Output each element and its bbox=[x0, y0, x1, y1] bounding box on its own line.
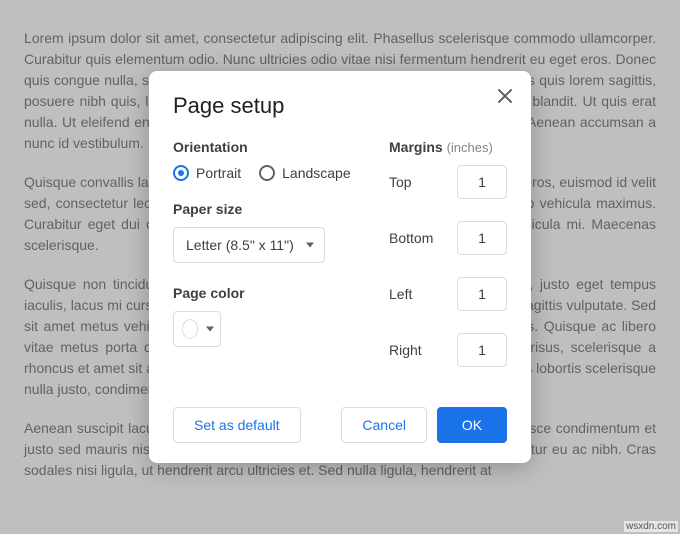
margin-top-label: Top bbox=[389, 174, 412, 190]
paper-size-select[interactable]: Letter (8.5" x 11") bbox=[173, 227, 325, 263]
margins-label-text: Margins bbox=[389, 139, 443, 155]
margin-bottom-input[interactable] bbox=[457, 221, 507, 255]
margin-left-input[interactable] bbox=[457, 277, 507, 311]
orientation-label: Orientation bbox=[173, 139, 367, 155]
set-as-default-button[interactable]: Set as default bbox=[173, 407, 301, 443]
radio-label: Portrait bbox=[196, 165, 241, 181]
ok-button[interactable]: OK bbox=[437, 407, 507, 443]
margin-bottom-label: Bottom bbox=[389, 230, 433, 246]
margin-right-label: Right bbox=[389, 342, 422, 358]
radio-label: Landscape bbox=[282, 165, 351, 181]
orientation-portrait-radio[interactable]: Portrait bbox=[173, 165, 241, 181]
margins-units: (inches) bbox=[447, 140, 493, 155]
paper-size-label: Paper size bbox=[173, 201, 367, 217]
radio-checked-icon bbox=[173, 165, 189, 181]
select-value: Letter (8.5" x 11") bbox=[186, 237, 294, 253]
page-setup-dialog: Page setup Orientation Portrait Landscap… bbox=[149, 71, 531, 463]
orientation-landscape-radio[interactable]: Landscape bbox=[259, 165, 351, 181]
modal-overlay: Page setup Orientation Portrait Landscap… bbox=[0, 0, 680, 534]
margin-top-input[interactable] bbox=[457, 165, 507, 199]
watermark-text: wsxdn.com bbox=[624, 521, 678, 532]
page-color-select[interactable] bbox=[173, 311, 221, 347]
color-swatch-icon bbox=[182, 319, 198, 339]
dialog-title: Page setup bbox=[173, 93, 507, 119]
margin-right-input[interactable] bbox=[457, 333, 507, 367]
radio-unchecked-icon bbox=[259, 165, 275, 181]
page-color-label: Page color bbox=[173, 285, 367, 301]
chevron-down-icon bbox=[306, 243, 314, 248]
close-button[interactable] bbox=[493, 85, 517, 109]
cancel-button[interactable]: Cancel bbox=[341, 407, 427, 443]
close-icon bbox=[498, 87, 512, 108]
margins-label: Margins (inches) bbox=[389, 139, 507, 155]
chevron-down-icon bbox=[206, 327, 214, 332]
margin-left-label: Left bbox=[389, 286, 412, 302]
